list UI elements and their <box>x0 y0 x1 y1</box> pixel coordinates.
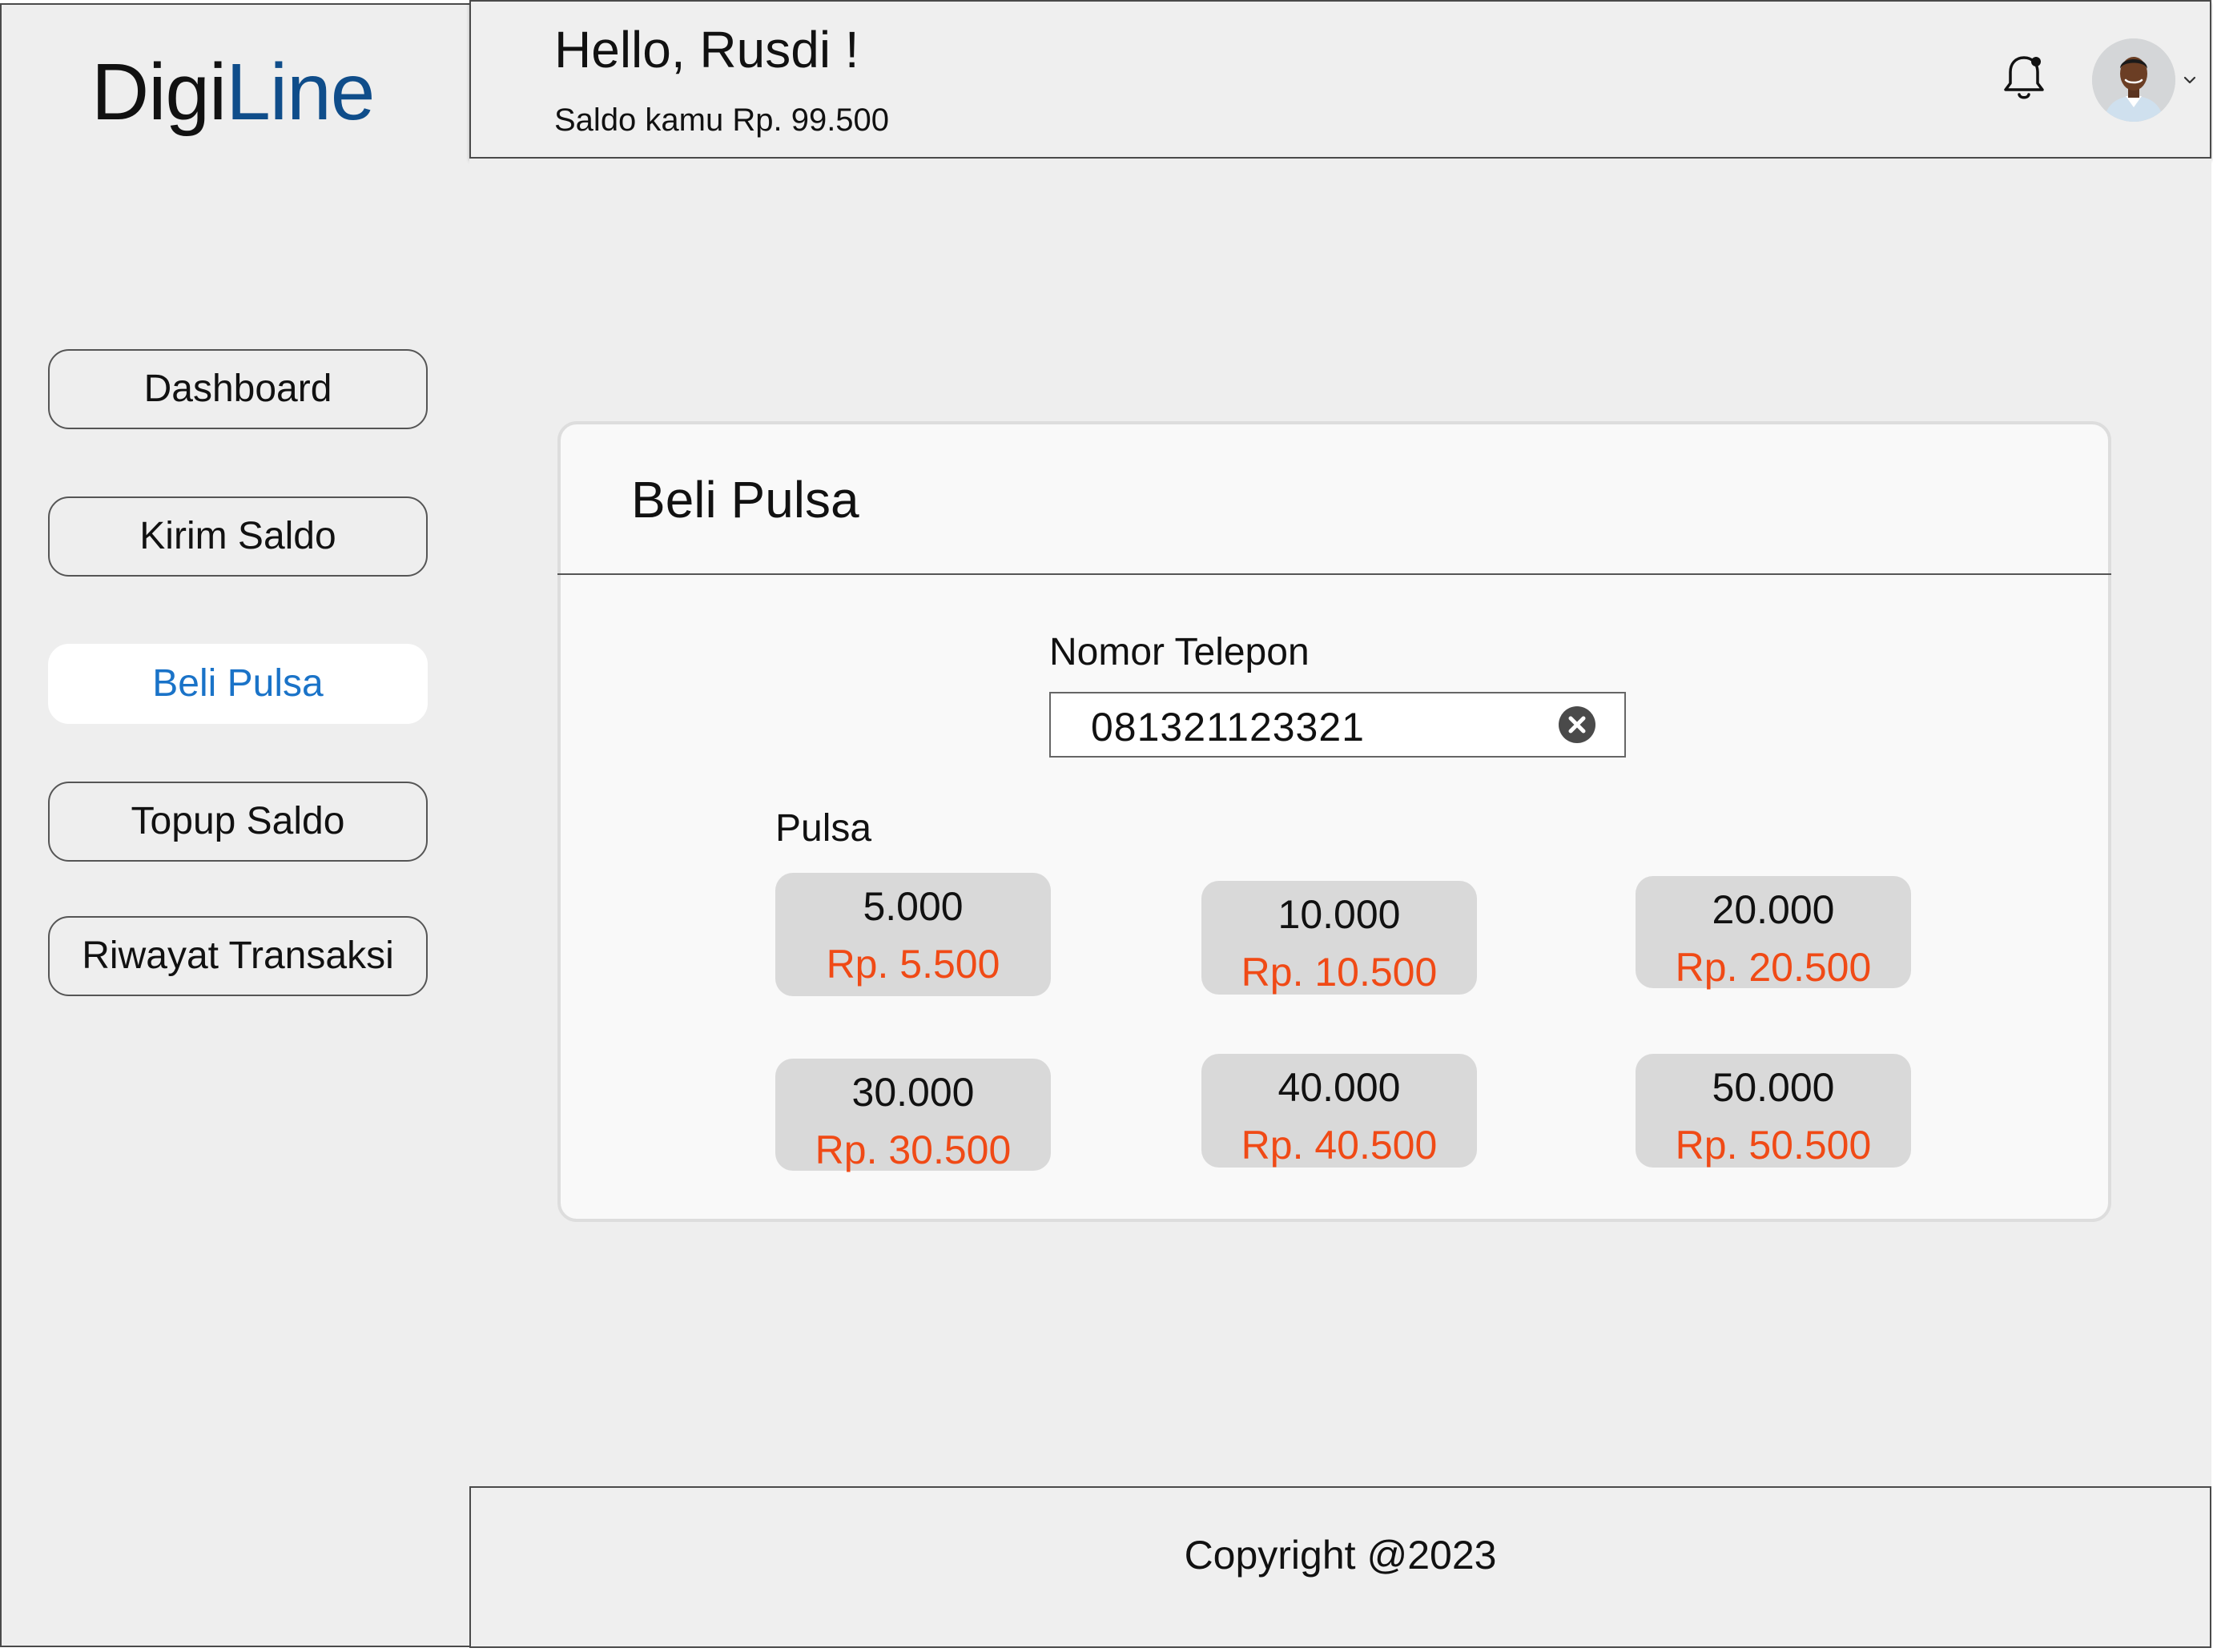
option-amount: 30.000 <box>851 1070 975 1115</box>
sidebar-item-label: Beli Pulsa <box>152 662 324 705</box>
option-amount: 50.000 <box>1712 1065 1835 1110</box>
pulsa-option-30000[interactable]: 30.000 Rp. 30.500 <box>775 1059 1051 1172</box>
sidebar-item-kirim-saldo[interactable]: Kirim Saldo <box>48 496 428 577</box>
sidebar-item-topup-saldo[interactable]: Topup Saldo <box>48 782 428 862</box>
option-price: Rp. 30.500 <box>815 1127 1012 1172</box>
sidebar-item-label: Kirim Saldo <box>139 515 336 557</box>
beli-pulsa-card: Beli Pulsa Nomor Telepon 081321123321 Pu… <box>557 421 2111 1222</box>
sidebar-item-label: Riwayat Transaksi <box>82 935 394 977</box>
option-price: Rp. 20.500 <box>1675 945 1872 990</box>
card-title: Beli Pulsa <box>631 471 859 529</box>
chevron-down-icon[interactable] <box>2179 69 2201 91</box>
phone-number-input[interactable]: 081321123321 <box>1049 692 1626 758</box>
pulsa-option-20000[interactable]: 20.000 Rp. 20.500 <box>1636 876 1911 990</box>
logo-line-text: Line <box>226 47 375 137</box>
option-price: Rp. 10.500 <box>1241 950 1438 995</box>
sidebar: DigiLine Dashboard Kirim Saldo Beli Puls… <box>0 3 471 1647</box>
logo-digi-text: Digi <box>91 47 227 137</box>
greeting-text: Hello, Rusdi ! <box>554 21 859 78</box>
option-price: Rp. 50.500 <box>1675 1123 1872 1168</box>
card-divider <box>557 573 2111 575</box>
option-amount: 5.000 <box>863 884 964 929</box>
pulsa-option-10000[interactable]: 10.000 Rp. 10.500 <box>1201 881 1477 995</box>
sidebar-item-riwayat-transaksi[interactable]: Riwayat Transaksi <box>48 916 428 996</box>
top-header: Hello, Rusdi ! Saldo kamu Rp. 99.500 <box>469 0 2211 159</box>
option-amount: 40.000 <box>1278 1065 1401 1110</box>
option-price: Rp. 5.500 <box>826 942 1000 987</box>
clear-icon[interactable] <box>1557 705 1597 745</box>
pulsa-option-50000[interactable]: 50.000 Rp. 50.500 <box>1636 1054 1911 1168</box>
bell-icon[interactable] <box>1996 50 2052 106</box>
option-amount: 20.000 <box>1712 887 1835 932</box>
sidebar-item-label: Dashboard <box>143 368 332 410</box>
option-price: Rp. 40.500 <box>1241 1123 1438 1168</box>
phone-number-value[interactable]: 081321123321 <box>1091 703 1365 751</box>
balance-text: Saldo kamu Rp. 99.500 <box>554 102 890 138</box>
pulsa-label: Pulsa <box>775 807 872 850</box>
phone-label: Nomor Telepon <box>1049 631 1310 673</box>
copyright-text: Copyright @2023 <box>1184 1533 1497 1578</box>
sidebar-item-label: Topup Saldo <box>131 800 345 842</box>
sidebar-item-dashboard[interactable]: Dashboard <box>48 349 428 429</box>
sidebar-item-beli-pulsa[interactable]: Beli Pulsa <box>48 644 428 724</box>
pulsa-option-5000[interactable]: 5.000 Rp. 5.500 <box>775 873 1051 996</box>
footer: Copyright @2023 <box>469 1486 2211 1648</box>
app-logo[interactable]: DigiLine <box>91 46 375 139</box>
option-amount: 10.000 <box>1278 892 1401 937</box>
avatar[interactable] <box>2092 38 2175 122</box>
pulsa-option-40000[interactable]: 40.000 Rp. 40.500 <box>1201 1054 1477 1168</box>
